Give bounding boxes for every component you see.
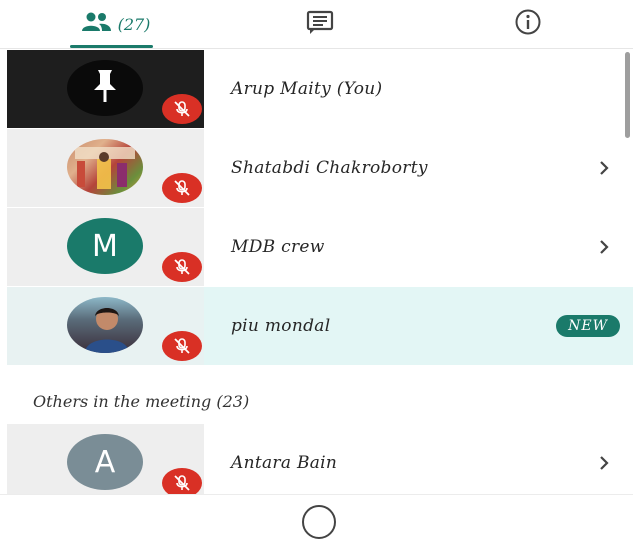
participant-info: Arup Maity (You) bbox=[204, 50, 633, 128]
participant-tile: A bbox=[7, 424, 204, 494]
tab-people[interactable]: (27) bbox=[55, 0, 175, 48]
participant-info: piu mondal NEW bbox=[204, 287, 633, 365]
avatar: M bbox=[67, 218, 143, 274]
avatar-photo bbox=[67, 297, 143, 353]
avatar bbox=[67, 60, 143, 116]
participant-row[interactable]: M MDB crew bbox=[0, 208, 633, 286]
mic-off-icon bbox=[162, 468, 202, 494]
chevron-right-icon[interactable] bbox=[597, 453, 611, 473]
participant-tile bbox=[7, 287, 204, 365]
tab-info[interactable] bbox=[478, 0, 578, 48]
avatar: A bbox=[67, 434, 143, 490]
mic-off-icon bbox=[162, 173, 202, 203]
avatar-photo bbox=[67, 139, 143, 195]
new-badge: NEW bbox=[556, 315, 620, 337]
participant-row[interactable]: piu mondal NEW bbox=[0, 287, 633, 365]
tab-chat[interactable] bbox=[270, 0, 370, 48]
participant-tile bbox=[7, 50, 204, 128]
chevron-right-icon[interactable] bbox=[597, 158, 611, 178]
info-icon bbox=[514, 8, 542, 40]
participant-name: Arup Maity (You) bbox=[231, 79, 383, 99]
participant-count: (27) bbox=[117, 14, 151, 34]
pin-icon bbox=[90, 68, 120, 108]
avatar-letter: M bbox=[92, 228, 118, 264]
participant-name: Shatabdi Chakroborty bbox=[231, 158, 428, 178]
avatar-letter: A bbox=[94, 444, 116, 480]
participant-info: Antara Bain bbox=[204, 424, 633, 494]
chevron-right-icon[interactable] bbox=[597, 237, 611, 257]
chat-icon bbox=[305, 9, 335, 39]
people-icon bbox=[80, 12, 112, 36]
mic-off-icon bbox=[162, 331, 202, 361]
participant-info: Shatabdi Chakroborty bbox=[204, 129, 633, 207]
participant-tile: M bbox=[7, 208, 204, 286]
mic-off-icon bbox=[162, 252, 202, 282]
participant-row[interactable]: Shatabdi Chakroborty bbox=[0, 129, 633, 207]
scrollbar[interactable] bbox=[625, 52, 630, 138]
divider bbox=[0, 494, 633, 495]
circle-button-icon[interactable] bbox=[302, 505, 336, 539]
participant-info: MDB crew bbox=[204, 208, 633, 286]
participant-name: Antara Bain bbox=[231, 453, 338, 473]
active-tab-indicator bbox=[70, 45, 153, 48]
participant-tile bbox=[7, 129, 204, 207]
mic-off-icon bbox=[162, 94, 202, 124]
participant-row[interactable]: A Antara Bain bbox=[0, 424, 633, 494]
others-section-header: Others in the meeting (23) bbox=[33, 392, 250, 411]
participant-name: MDB crew bbox=[231, 237, 325, 257]
participant-row[interactable]: Arup Maity (You) bbox=[0, 50, 633, 128]
tab-bar: (27) bbox=[0, 0, 633, 49]
participant-name: piu mondal bbox=[231, 316, 331, 336]
